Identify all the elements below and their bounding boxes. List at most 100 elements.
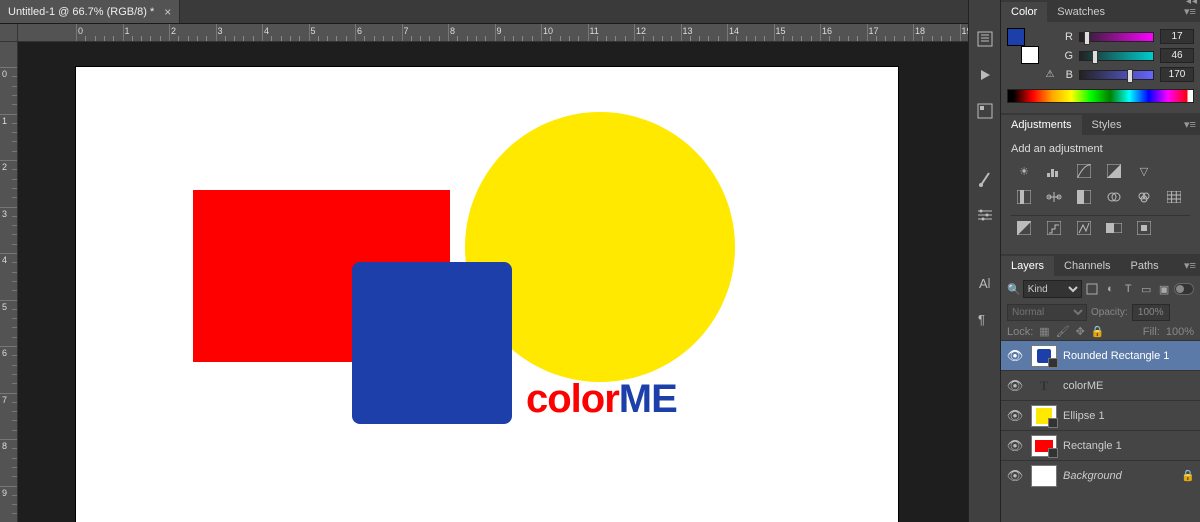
layers-panel: Layers Channels Paths ▾≡ 🔍 Kind ◐ T ▭ ▣ <box>1001 254 1200 522</box>
shape-rounded-rectangle-blue[interactable] <box>352 262 512 424</box>
color-r-slider[interactable] <box>1079 32 1154 42</box>
lock-position-icon[interactable]: ✥ <box>1076 325 1085 338</box>
layer-name[interactable]: Rounded Rectangle 1 <box>1063 350 1196 362</box>
filter-type-icon[interactable]: T <box>1120 281 1136 297</box>
document-tab[interactable]: Untitled-1 @ 66.7% (RGB/8) * × <box>0 0 180 23</box>
lock-icon[interactable]: 🔒 <box>1180 469 1196 482</box>
layer-thumbnail[interactable] <box>1031 345 1057 367</box>
tab-adjustments[interactable]: Adjustments <box>1001 115 1082 135</box>
collapsed-panel-strip: A ¶ <box>968 0 1000 522</box>
color-b-slider[interactable] <box>1079 70 1154 80</box>
document-tab-title: Untitled-1 @ 66.7% (RGB/8) * <box>8 6 154 18</box>
text-layer-colorme[interactable]: colorME <box>526 377 677 422</box>
filter-toggle[interactable] <box>1174 283 1194 295</box>
brushes-icon[interactable] <box>976 170 994 188</box>
color-panel-body: R 17 G 46 ⚠ B <box>1001 22 1200 113</box>
selective-color-icon[interactable] <box>1133 218 1155 238</box>
curves-icon[interactable] <box>1073 161 1095 181</box>
visibility-icon[interactable]: 👁 <box>1005 438 1025 454</box>
ruler-vertical[interactable]: 0123456789 <box>0 42 18 522</box>
tab-swatches[interactable]: Swatches <box>1047 2 1115 22</box>
threshold-icon[interactable] <box>1073 218 1095 238</box>
adjustments-row-3 <box>1007 218 1194 244</box>
brush-presets-icon[interactable] <box>976 206 994 224</box>
ruler-horizontal[interactable]: 012345678910111213141516171819 <box>18 24 968 42</box>
background-color-swatch[interactable] <box>1021 46 1039 64</box>
posterize-icon[interactable] <box>1043 218 1065 238</box>
svg-text:A: A <box>979 276 988 290</box>
levels-icon[interactable] <box>1043 161 1065 181</box>
visibility-icon[interactable]: 👁 <box>1005 378 1025 394</box>
color-b-warn[interactable]: ⚠ <box>1045 68 1055 82</box>
layer-background[interactable]: 👁 Background 🔒 <box>1001 460 1200 490</box>
layer-rectangle[interactable]: 👁 Rectangle 1 <box>1001 430 1200 460</box>
color-g-value[interactable]: 46 <box>1160 48 1194 63</box>
color-balance-icon[interactable] <box>1043 187 1065 207</box>
fill-value[interactable]: 100% <box>1166 326 1194 338</box>
canvas-viewport[interactable]: colorME <box>18 42 968 522</box>
brightness-contrast-icon[interactable]: ☀ <box>1013 161 1035 181</box>
adjustments-panel-tabs: Adjustments Styles ▾≡ <box>1001 113 1200 135</box>
layer-thumbnail[interactable] <box>1031 465 1057 487</box>
lock-transparent-icon[interactable]: ▦ <box>1039 325 1049 338</box>
layer-name[interactable]: Background <box>1063 470 1180 482</box>
visibility-icon[interactable]: 👁 <box>1005 408 1025 424</box>
layer-name[interactable]: Rectangle 1 <box>1063 440 1196 452</box>
photo-filter-icon[interactable] <box>1103 187 1125 207</box>
layer-ellipse[interactable]: 👁 Ellipse 1 <box>1001 400 1200 430</box>
history-icon[interactable] <box>976 30 994 48</box>
layer-text-colorme[interactable]: 👁 T colorME <box>1001 370 1200 400</box>
black-white-icon[interactable] <box>1073 187 1095 207</box>
tab-paths[interactable]: Paths <box>1121 256 1169 276</box>
app-root: Untitled-1 @ 66.7% (RGB/8) * × 012345678… <box>0 0 1200 522</box>
ruler-origin[interactable] <box>0 24 18 42</box>
hue-saturation-icon[interactable] <box>1013 187 1035 207</box>
tab-color[interactable]: Color <box>1001 2 1047 22</box>
opacity-value[interactable]: 100% <box>1132 304 1170 321</box>
layer-thumbnail[interactable] <box>1031 405 1057 427</box>
layer-name[interactable]: Ellipse 1 <box>1063 410 1196 422</box>
filter-smart-icon[interactable]: ▣ <box>1156 281 1172 297</box>
lock-image-icon[interactable]: 🖌 <box>1056 325 1070 338</box>
canvas[interactable]: colorME <box>76 67 898 522</box>
layer-filter-kind[interactable]: Kind <box>1023 280 1083 298</box>
gradient-map-icon[interactable] <box>1103 218 1125 238</box>
paragraph-icon[interactable]: ¶ <box>976 310 994 328</box>
invert-icon[interactable] <box>1013 218 1035 238</box>
blend-mode-select[interactable]: Normal <box>1007 304 1087 321</box>
filter-shape-icon[interactable]: ▭ <box>1138 281 1154 297</box>
lock-all-icon[interactable]: 🔒 <box>1091 325 1105 338</box>
channel-mixer-icon[interactable] <box>1133 187 1155 207</box>
tab-styles[interactable]: Styles <box>1082 115 1132 135</box>
color-r-value[interactable]: 17 <box>1160 29 1194 44</box>
color-lookup-icon[interactable] <box>1163 187 1185 207</box>
color-g-slider[interactable] <box>1079 51 1154 61</box>
color-b-value[interactable]: 170 <box>1160 67 1194 82</box>
color-panel-tabs: ◂◂ Color Swatches ▾≡ <box>1001 0 1200 22</box>
visibility-icon[interactable]: 👁 <box>1005 348 1025 364</box>
text-layer-icon[interactable]: T <box>1031 375 1057 397</box>
layer-rounded-rectangle[interactable]: 👁 Rounded Rectangle 1 <box>1001 340 1200 370</box>
panel-menu-icon[interactable]: ▾≡ <box>1184 263 1196 273</box>
close-icon[interactable]: × <box>164 5 171 19</box>
vibrance-icon[interactable]: ▽ <box>1133 161 1155 181</box>
layer-name[interactable]: colorME <box>1063 380 1196 392</box>
exposure-icon[interactable] <box>1103 161 1125 181</box>
tab-layers[interactable]: Layers <box>1001 256 1054 276</box>
properties-icon[interactable] <box>976 102 994 120</box>
layer-thumbnail[interactable] <box>1031 435 1057 457</box>
panel-menu-icon[interactable]: ▾≡ <box>1184 122 1196 132</box>
panel-menu-icon[interactable]: ▾≡ <box>1184 9 1196 19</box>
foreground-background-swatches[interactable] <box>1007 28 1039 64</box>
color-spectrum-ramp[interactable] <box>1007 89 1194 103</box>
foreground-color-swatch[interactable] <box>1007 28 1025 46</box>
tab-channels[interactable]: Channels <box>1054 256 1120 276</box>
filter-adjustment-icon[interactable]: ◐ <box>1102 281 1118 297</box>
filter-pixel-icon[interactable] <box>1084 281 1100 297</box>
document-area: Untitled-1 @ 66.7% (RGB/8) * × 012345678… <box>0 0 968 522</box>
visibility-icon[interactable]: 👁 <box>1005 468 1025 484</box>
actions-icon[interactable] <box>976 66 994 84</box>
character-icon[interactable]: A <box>976 274 994 292</box>
adjustments-panel-body: Add an adjustment ☀ ▽ <box>1001 135 1200 254</box>
layer-filter-bar: 🔍 Kind ◐ T ▭ ▣ <box>1001 276 1200 302</box>
